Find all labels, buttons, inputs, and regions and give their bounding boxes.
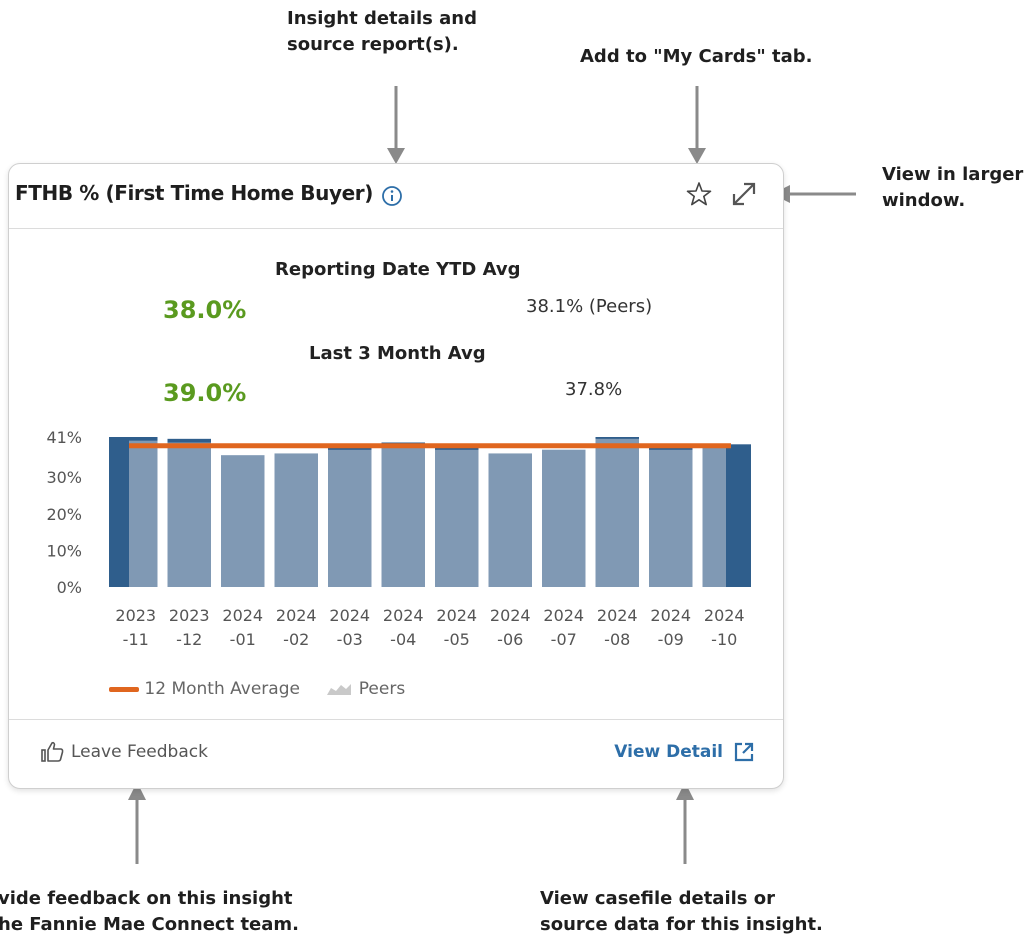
legend-avg-swatch bbox=[109, 686, 139, 692]
leave-feedback-button[interactable]: Leave Feedback bbox=[41, 741, 208, 763]
bar-gap bbox=[585, 432, 596, 587]
x-tick-label: -02 bbox=[283, 630, 309, 649]
bar-gap bbox=[478, 432, 489, 587]
bar-gap bbox=[318, 432, 328, 587]
x-tick-label: -09 bbox=[658, 630, 684, 649]
callout-info-details: Insight details and source report(s). bbox=[287, 6, 477, 58]
fthb-bar-chart: 41% 30% 20% 10% 0% 2023 -11 2023 -12 2024 -01 2024 -… bbox=[46, 428, 751, 649]
bar-peers bbox=[167, 442, 211, 587]
callout-larger-window: View in larger window. bbox=[882, 162, 1023, 214]
x-tick-label: 2024 bbox=[597, 606, 638, 625]
bar-peers bbox=[435, 449, 479, 587]
x-tick-label: -03 bbox=[337, 630, 363, 649]
x-tick-label: 2024 bbox=[543, 606, 584, 625]
bar-peers bbox=[129, 440, 158, 587]
card-footer: Leave Feedback View Detail bbox=[9, 719, 783, 788]
x-tick-label: -10 bbox=[711, 630, 737, 649]
bar-peers bbox=[595, 438, 639, 587]
bar-gap bbox=[532, 432, 542, 587]
x-tick-label: 2024 bbox=[490, 606, 531, 625]
y-tick-label: 10% bbox=[46, 541, 82, 560]
x-tick-label: 2024 bbox=[704, 606, 745, 625]
view-detail-label: View Detail bbox=[614, 742, 723, 762]
bar-gap bbox=[371, 432, 382, 587]
callout-detail-line1: View casefile details or bbox=[540, 888, 776, 909]
x-tick-label: -07 bbox=[551, 630, 577, 649]
bar-peers bbox=[221, 455, 265, 587]
bar-gap bbox=[639, 432, 649, 587]
legend-peers-label: Peers bbox=[358, 679, 406, 699]
x-tick-label: 2024 bbox=[329, 606, 370, 625]
x-tick-label: -08 bbox=[604, 630, 630, 649]
callout-feedback: vide feedback on this insight he Fannie … bbox=[0, 886, 299, 938]
x-tick-label: 2024 bbox=[436, 606, 477, 625]
y-tick-label: 20% bbox=[46, 505, 82, 524]
x-tick-label: 2023 bbox=[169, 606, 210, 625]
view-detail-link[interactable]: View Detail bbox=[614, 741, 755, 763]
callout-larger-line2: window. bbox=[882, 190, 966, 211]
y-tick-label: 30% bbox=[46, 468, 82, 487]
callout-detail-line2: source data for this insight. bbox=[540, 914, 823, 935]
bar-gap bbox=[425, 432, 435, 587]
external-link-icon bbox=[734, 742, 754, 762]
arrow-view-detail bbox=[676, 782, 694, 864]
callout-larger-line1: View in larger bbox=[882, 164, 1024, 185]
x-tick-label: 2024 bbox=[222, 606, 263, 625]
x-tick-label: -04 bbox=[390, 630, 416, 649]
x-tick-label: -06 bbox=[497, 630, 523, 649]
y-tick-label: 0% bbox=[57, 578, 82, 597]
x-tick-label: -05 bbox=[444, 630, 470, 649]
leave-feedback-label: Leave Feedback bbox=[71, 742, 208, 762]
bar-gap bbox=[692, 432, 703, 587]
callout-my-cards: Add to "My Cards" tab. bbox=[580, 46, 813, 67]
callout-info-line1: Insight details and bbox=[287, 8, 477, 29]
bar-peers bbox=[542, 449, 586, 587]
bar-peers bbox=[381, 446, 425, 587]
bar-gap bbox=[264, 432, 275, 587]
bar-peers bbox=[649, 449, 693, 587]
callout-info-line2: source report(s). bbox=[287, 34, 459, 55]
bar-peers bbox=[488, 453, 532, 587]
bar-gap bbox=[157, 432, 168, 587]
callout-feedback-line2: he Fannie Mae Connect team. bbox=[0, 914, 299, 935]
arrow-larger-window bbox=[772, 185, 856, 203]
arrow-my-cards bbox=[688, 86, 706, 164]
bar-gap bbox=[211, 432, 221, 587]
x-tick-label: 2023 bbox=[115, 606, 156, 625]
arrow-feedback bbox=[128, 782, 146, 864]
insight-card: FTHB % (First Time Home Buyer) Reporting… bbox=[8, 163, 784, 789]
x-tick-label: -12 bbox=[176, 630, 202, 649]
x-tick-label: 2024 bbox=[650, 606, 691, 625]
callout-feedback-line1: vide feedback on this insight bbox=[0, 888, 293, 909]
bar-peers bbox=[702, 447, 726, 587]
bar-peers bbox=[328, 449, 372, 587]
legend-peers-swatch bbox=[327, 684, 352, 695]
bar-peers bbox=[274, 453, 318, 587]
x-tick-label: 2024 bbox=[383, 606, 424, 625]
callout-view-detail: View casefile details or source data for… bbox=[540, 886, 823, 938]
chart-legend: 12 Month Average Peers bbox=[109, 679, 405, 699]
thumbs-up-icon bbox=[41, 741, 64, 762]
x-tick-label: -11 bbox=[123, 630, 149, 649]
arrow-info bbox=[387, 86, 405, 164]
x-tick-label: -01 bbox=[230, 630, 256, 649]
legend-avg-label: 12 Month Average bbox=[144, 679, 300, 699]
x-tick-label: 2024 bbox=[276, 606, 317, 625]
y-tick-label: 41% bbox=[46, 428, 82, 447]
